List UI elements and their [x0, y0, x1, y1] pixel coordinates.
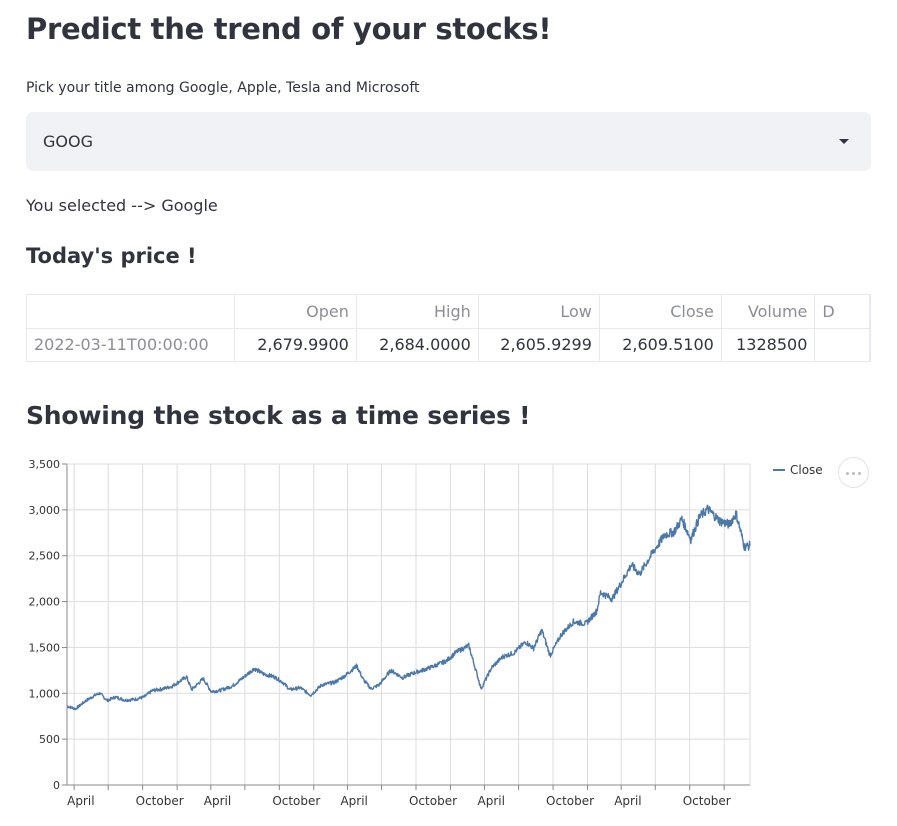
- y-tick-label: 2,000: [29, 596, 61, 609]
- y-tick-label: 3,500: [29, 458, 61, 471]
- table-cell: 2,679.9900: [234, 328, 357, 361]
- series-line-close: [66, 504, 751, 711]
- x-tick-label: April: [614, 794, 641, 808]
- x-tick-label: April: [204, 794, 231, 808]
- column-header[interactable]: Close: [599, 295, 722, 329]
- stock-line-chart[interactable]: 0 500 1,000 1,500 2,000 2,500 3,000 3,500 April O…: [26, 452, 871, 822]
- legend-label: Close: [790, 463, 823, 477]
- x-tick-label: October: [409, 794, 457, 808]
- page-title: Predict the trend of your stocks!: [26, 12, 552, 46]
- y-tick-label: 1,500: [29, 641, 61, 654]
- table-cell: 1328500: [721, 328, 816, 361]
- select-label: Pick your title among Google, Apple, Tes…: [26, 80, 420, 96]
- table-row: 2022-03-11T00:00:00 2,679.9900 2,684.000…: [27, 328, 870, 361]
- table-header-row: Open High Low Close Volume D: [27, 295, 870, 329]
- column-header[interactable]: Volume: [721, 295, 816, 329]
- dataframe: Open High Low Close Volume D 2022-03-11T…: [27, 295, 870, 361]
- price-section-title: Today's price !: [26, 244, 197, 268]
- column-header: [27, 295, 235, 329]
- x-tick-label: October: [546, 794, 594, 808]
- column-header[interactable]: High: [356, 295, 479, 329]
- y-tick-label: 500: [39, 733, 60, 746]
- stock-selectbox[interactable]: GOOG: [26, 112, 871, 171]
- table-cell: 2,609.5100: [599, 328, 722, 361]
- table-cell: 2,684.0000: [356, 328, 479, 361]
- more-options-button[interactable]: [838, 457, 869, 488]
- timeseries-section-title: Showing the stock as a time series !: [26, 401, 531, 430]
- y-tick-label: 3,000: [29, 504, 61, 517]
- table-cell: 2,605.9299: [478, 328, 600, 361]
- column-header[interactable]: Low: [478, 295, 600, 329]
- table-cell: [814, 328, 870, 361]
- column-header[interactable]: D: [814, 295, 870, 329]
- row-index: 2022-03-11T00:00:00: [27, 328, 235, 361]
- y-tick-label: 2,500: [29, 550, 61, 563]
- x-tick-label: October: [136, 794, 184, 808]
- x-tick-label: April: [340, 794, 367, 808]
- y-tick-label: 0: [53, 779, 60, 792]
- y-tick-label: 1,000: [29, 687, 61, 700]
- x-tick-label: April: [478, 794, 505, 808]
- chevron-down-icon[interactable]: [839, 139, 849, 144]
- x-tick-label: October: [272, 794, 320, 808]
- x-tick-label: October: [683, 794, 731, 808]
- price-table[interactable]: Open High Low Close Volume D 2022-03-11T…: [26, 294, 871, 362]
- selected-text: You selected --> Google: [26, 196, 218, 215]
- select-value: GOOG: [43, 132, 93, 151]
- x-tick-label: April: [67, 794, 94, 808]
- chart-svg: 0 500 1,000 1,500 2,000 2,500 3,000 3,500 April O…: [29, 458, 823, 808]
- column-header[interactable]: Open: [234, 295, 357, 329]
